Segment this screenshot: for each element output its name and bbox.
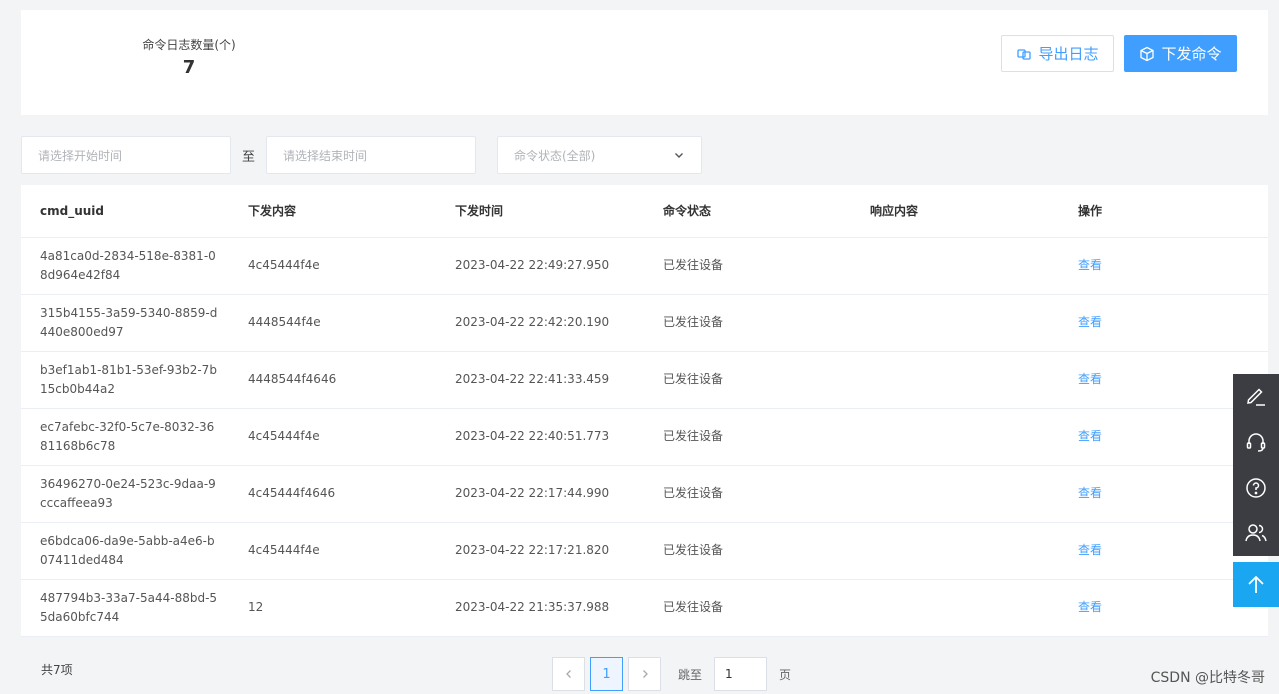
- table-row: 487794b3-33a7-5a44-88bd-55da60bfc744 12 …: [21, 579, 1268, 637]
- status-select[interactable]: 命令状态(全部): [497, 136, 702, 174]
- log-count-stat: 命令日志数量(个) 7: [141, 36, 237, 78]
- content-cell: 4448544f4646: [229, 351, 436, 409]
- side-tool-edit[interactable]: [1233, 374, 1279, 420]
- side-tool-users[interactable]: [1233, 511, 1279, 557]
- response-cell: [851, 294, 1059, 352]
- start-time-placeholder: 请选择开始时间: [38, 148, 123, 163]
- cmd-uuid-cell: 36496270-0e24-523c-9daa-9cccaffeea93: [21, 465, 229, 523]
- table-row: 4a81ca0d-2834-518e-8381-08d964e42f84 4c4…: [21, 237, 1268, 295]
- content-cell: 12: [229, 579, 436, 637]
- response-cell: [851, 522, 1059, 580]
- time-cell: 2023-04-22 22:17:44.990: [436, 465, 644, 523]
- date-range-separator: 至: [242, 150, 256, 165]
- status-cell: 已发往设备: [644, 579, 851, 637]
- chevron-left-icon: [565, 670, 571, 678]
- pagination: 1 跳至 1 页: [552, 657, 791, 691]
- view-link[interactable]: 查看: [1078, 543, 1102, 557]
- time-cell: 2023-04-22 22:49:27.950: [436, 237, 644, 295]
- status-cell: 已发往设备: [644, 408, 851, 466]
- column-header: 操作: [1059, 185, 1268, 238]
- side-toolbar: [1233, 374, 1279, 556]
- cmd-uuid-cell: b3ef1ab1-81b1-53ef-93b2-7b15cb0b44a2: [21, 351, 229, 409]
- column-header: 下发时间: [436, 185, 644, 238]
- prev-page-button[interactable]: [552, 657, 585, 691]
- response-cell: [851, 579, 1059, 637]
- time-cell: 2023-04-22 22:42:20.190: [436, 294, 644, 352]
- table-row: 315b4155-3a59-5340-8859-d440e800ed97 444…: [21, 294, 1268, 352]
- view-link[interactable]: 查看: [1078, 486, 1102, 500]
- view-link[interactable]: 查看: [1078, 315, 1102, 329]
- response-cell: [851, 237, 1059, 295]
- content-cell: 4c45444f4e: [229, 237, 436, 295]
- view-link[interactable]: 查看: [1078, 600, 1102, 614]
- cmd-uuid-cell: ec7afebc-32f0-5c7e-8032-3681168b6c78: [21, 408, 229, 466]
- end-time-input[interactable]: 请选择结束时间: [266, 136, 476, 174]
- table-row: ec7afebc-32f0-5c7e-8032-3681168b6c78 4c4…: [21, 408, 1268, 466]
- log-count-value: 7: [182, 57, 196, 78]
- time-cell: 2023-04-22 22:17:21.820: [436, 522, 644, 580]
- cmd-uuid-cell: 315b4155-3a59-5340-8859-d440e800ed97: [21, 294, 229, 352]
- view-link[interactable]: 查看: [1078, 258, 1102, 272]
- response-cell: [851, 408, 1059, 466]
- side-tool-support[interactable]: [1233, 420, 1279, 466]
- response-cell: [851, 351, 1059, 409]
- status-cell: 已发往设备: [644, 294, 851, 352]
- table-row: 36496270-0e24-523c-9daa-9cccaffeea93 4c4…: [21, 465, 1268, 523]
- jump-prefix: 跳至: [678, 667, 703, 682]
- send-command-label: 下发命令: [1161, 45, 1222, 63]
- jump-page-input[interactable]: 1: [714, 657, 768, 691]
- chevron-down-icon: [675, 153, 683, 158]
- back-to-top-button[interactable]: [1233, 562, 1279, 607]
- view-link[interactable]: 查看: [1078, 372, 1102, 386]
- table-header-row: cmd_uuid 下发内容 下发时间 命令状态 响应内容 操作: [21, 185, 1268, 238]
- table-row: b3ef1ab1-81b1-53ef-93b2-7b15cb0b44a2 444…: [21, 351, 1268, 409]
- end-time-placeholder: 请选择结束时间: [283, 148, 368, 163]
- page-number-button[interactable]: 1: [590, 657, 623, 691]
- cmd-uuid-cell: 4a81ca0d-2834-518e-8381-08d964e42f84: [21, 237, 229, 295]
- next-page-button[interactable]: [628, 657, 661, 691]
- headset-icon: [1246, 433, 1266, 452]
- column-header: 下发内容: [229, 185, 436, 238]
- status-cell: 已发往设备: [644, 351, 851, 409]
- content-cell: 4448544f4e: [229, 294, 436, 352]
- cmd-uuid-cell: 487794b3-33a7-5a44-88bd-55da60bfc744: [21, 579, 229, 637]
- export-log-label: 导出日志: [1038, 45, 1099, 63]
- status-cell: 已发往设备: [644, 465, 851, 523]
- content-cell: 4c45444f4e: [229, 408, 436, 466]
- time-cell: 2023-04-22 22:40:51.773: [436, 408, 644, 466]
- action-cell: 查看: [1059, 294, 1268, 352]
- summary-card: 命令日志数量(个) 7 导出日志 下发命令: [21, 10, 1268, 115]
- export-log-button[interactable]: 导出日志: [1001, 35, 1114, 72]
- send-command-button[interactable]: 下发命令: [1124, 35, 1237, 72]
- start-time-input[interactable]: 请选择开始时间: [21, 136, 231, 174]
- status-cell: 已发往设备: [644, 237, 851, 295]
- arrow-up-icon: [1248, 575, 1264, 593]
- column-header: cmd_uuid: [21, 185, 229, 238]
- time-cell: 2023-04-22 22:41:33.459: [436, 351, 644, 409]
- action-cell: 查看: [1059, 237, 1268, 295]
- log-count-label: 命令日志数量(个): [142, 38, 236, 52]
- total-count: 共7项: [41, 663, 73, 677]
- column-header: 命令状态: [644, 185, 851, 238]
- watermark: CSDN @比特冬哥: [1150, 670, 1265, 686]
- cube-icon: [1140, 46, 1155, 61]
- command-log-table: cmd_uuid 下发内容 下发时间 命令状态 响应内容 操作 4a81ca0d…: [21, 185, 1268, 637]
- response-cell: [851, 465, 1059, 523]
- help-icon: [1246, 478, 1266, 498]
- edit-icon: [1247, 388, 1265, 406]
- chevron-right-icon: [642, 670, 648, 678]
- side-tool-help[interactable]: [1233, 465, 1279, 511]
- content-cell: 4c45444f4646: [229, 465, 436, 523]
- content-cell: 4c45444f4e: [229, 522, 436, 580]
- export-icon: [1017, 48, 1032, 60]
- view-link[interactable]: 查看: [1078, 429, 1102, 443]
- cmd-uuid-cell: e6bdca06-da9e-5abb-a4e6-b07411ded484: [21, 522, 229, 580]
- status-select-placeholder: 命令状态(全部): [514, 148, 596, 163]
- users-icon: [1245, 524, 1267, 542]
- jump-suffix: 页: [779, 667, 792, 682]
- table-row: e6bdca06-da9e-5abb-a4e6-b07411ded484 4c4…: [21, 522, 1268, 580]
- time-cell: 2023-04-22 21:35:37.988: [436, 579, 644, 637]
- status-cell: 已发往设备: [644, 522, 851, 580]
- column-header: 响应内容: [851, 185, 1059, 238]
